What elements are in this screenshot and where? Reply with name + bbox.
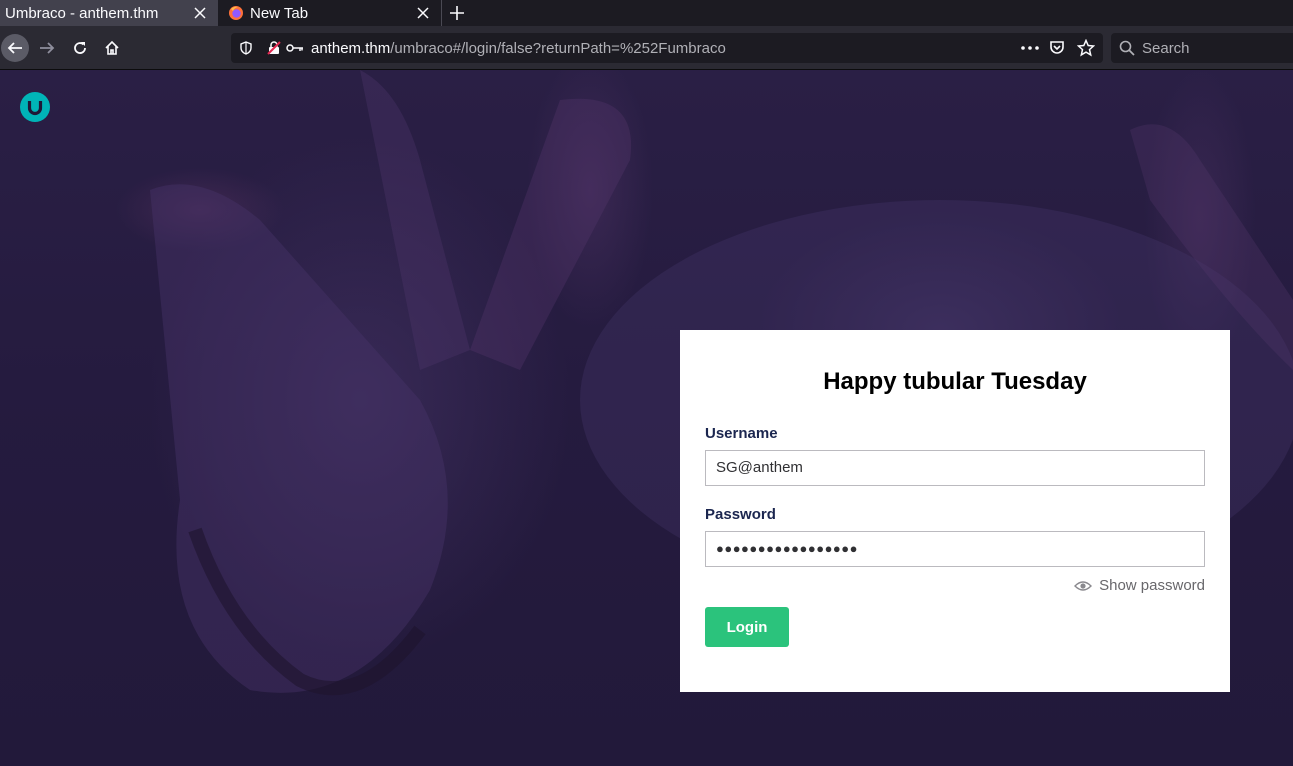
- close-tab-icon[interactable]: [411, 1, 435, 25]
- password-label: Password: [705, 506, 776, 523]
- tab-strip: Umbraco - anthem.thm New Tab: [0, 0, 1293, 26]
- new-tab-button[interactable]: [442, 0, 472, 26]
- login-greeting: Happy tubular Tuesday: [823, 368, 1087, 395]
- login-button[interactable]: Login: [705, 607, 789, 647]
- arrow-left-icon: [7, 42, 22, 54]
- back-button[interactable]: [1, 34, 29, 62]
- insecure-lock-icon[interactable]: [267, 41, 281, 55]
- home-icon: [105, 40, 119, 55]
- key-icon[interactable]: [286, 42, 304, 54]
- pocket-icon[interactable]: [1049, 40, 1065, 56]
- url-path: /umbraco#/login/false?returnPath=%252Fum…: [390, 40, 726, 57]
- bookmark-star-icon[interactable]: [1077, 39, 1095, 57]
- plus-icon: [450, 6, 464, 20]
- umbraco-logo-icon[interactable]: [20, 92, 50, 122]
- arrow-right-icon: [40, 42, 55, 54]
- reload-button[interactable]: [66, 34, 94, 62]
- search-placeholder: Search: [1142, 40, 1190, 57]
- tab-label: New Tab: [250, 4, 309, 22]
- login-panel: Happy tubular Tuesday Username SG@anthem…: [680, 330, 1230, 692]
- tab-label: Umbraco - anthem.thm: [5, 4, 159, 22]
- url-text[interactable]: anthem.thm/umbraco#/login/false?returnPa…: [311, 40, 726, 57]
- tab-new-tab[interactable]: New Tab: [218, 0, 442, 26]
- search-icon: [1119, 40, 1135, 56]
- firefox-icon: [229, 6, 243, 20]
- reload-icon: [74, 42, 86, 54]
- eye-icon: [1074, 580, 1093, 591]
- forward-button[interactable]: [33, 34, 61, 62]
- login-page: Happy tubular Tuesday Username SG@anthem…: [0, 70, 1293, 766]
- home-button[interactable]: [98, 34, 126, 62]
- password-input[interactable]: ●●●●●●●●●●●●●●●●●: [705, 531, 1205, 567]
- url-bar[interactable]: anthem.thm/umbraco#/login/false?returnPa…: [231, 33, 1103, 63]
- show-password-toggle[interactable]: Show password: [1074, 577, 1205, 594]
- url-host: anthem.thm: [311, 40, 391, 57]
- more-actions-icon[interactable]: [1021, 46, 1039, 50]
- tab-umbraco[interactable]: Umbraco - anthem.thm: [0, 0, 218, 26]
- close-tab-icon[interactable]: [188, 1, 212, 25]
- shield-icon[interactable]: [239, 41, 253, 55]
- username-label: Username: [705, 425, 778, 442]
- username-input[interactable]: SG@anthem: [705, 450, 1205, 486]
- navigation-toolbar: anthem.thm/umbraco#/login/false?returnPa…: [0, 26, 1293, 70]
- search-bar[interactable]: Search: [1111, 33, 1293, 63]
- show-password-label: Show password: [1099, 577, 1205, 594]
